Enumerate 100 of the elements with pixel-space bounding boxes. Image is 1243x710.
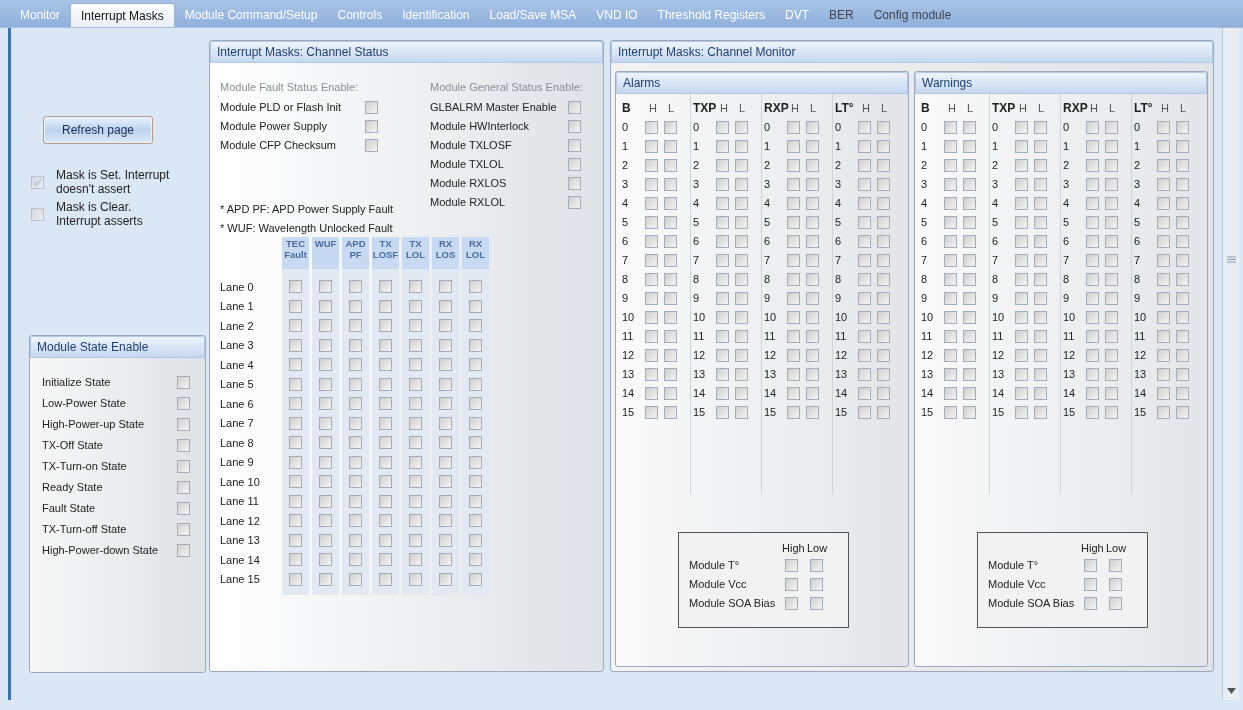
checkbox[interactable] (439, 436, 452, 450)
checkbox[interactable] (785, 578, 798, 591)
checkbox[interactable] (439, 572, 452, 586)
checkbox[interactable] (409, 299, 422, 313)
checkbox[interactable] (664, 140, 677, 153)
checkbox[interactable] (716, 368, 729, 381)
checkbox[interactable] (735, 311, 748, 324)
checkbox[interactable] (806, 159, 819, 172)
checkbox[interactable] (409, 553, 422, 567)
checkbox[interactable] (1015, 254, 1028, 267)
checkbox[interactable] (1086, 140, 1099, 153)
checkbox[interactable] (877, 178, 890, 191)
checkbox[interactable] (944, 273, 957, 286)
checkbox[interactable] (1015, 235, 1028, 248)
checkbox[interactable] (645, 121, 658, 134)
checkbox[interactable] (858, 140, 871, 153)
checkbox[interactable] (664, 311, 677, 324)
checkbox[interactable] (963, 273, 976, 286)
checkbox[interactable] (735, 406, 748, 419)
checkbox[interactable] (716, 311, 729, 324)
checkbox[interactable] (785, 597, 798, 610)
checkbox[interactable] (877, 140, 890, 153)
checkbox[interactable] (1034, 368, 1047, 381)
checkbox[interactable] (289, 319, 302, 333)
checkbox[interactable] (1034, 273, 1047, 286)
checkbox[interactable] (787, 273, 800, 286)
checkbox[interactable] (1015, 406, 1028, 419)
checkbox[interactable] (439, 280, 452, 294)
checkbox[interactable] (568, 120, 581, 133)
checkbox[interactable] (568, 139, 581, 152)
checkbox[interactable] (716, 330, 729, 343)
checkbox[interactable] (716, 140, 729, 153)
checkbox[interactable] (787, 159, 800, 172)
checkbox[interactable] (787, 254, 800, 267)
checkbox[interactable] (645, 159, 658, 172)
checkbox[interactable] (645, 235, 658, 248)
checkbox[interactable] (1086, 330, 1099, 343)
checkbox[interactable] (806, 273, 819, 286)
checkbox[interactable] (963, 368, 976, 381)
checkbox[interactable] (1105, 254, 1118, 267)
checkbox[interactable] (664, 254, 677, 267)
checkbox[interactable] (379, 436, 392, 450)
checkbox[interactable] (469, 338, 482, 352)
checkbox[interactable] (349, 494, 362, 508)
checkbox[interactable] (349, 280, 362, 294)
checkbox[interactable] (379, 358, 392, 372)
checkbox[interactable] (963, 387, 976, 400)
checkbox[interactable] (1176, 235, 1189, 248)
checkbox[interactable] (716, 197, 729, 210)
checkbox[interactable] (1105, 387, 1118, 400)
checkbox[interactable] (858, 368, 871, 381)
checkbox[interactable] (1086, 121, 1099, 134)
checkbox[interactable] (289, 455, 302, 469)
checkbox[interactable] (664, 368, 677, 381)
checkbox[interactable] (349, 416, 362, 430)
checkbox[interactable] (1157, 311, 1170, 324)
checkbox[interactable] (1034, 387, 1047, 400)
checkbox[interactable] (469, 475, 482, 489)
checkbox[interactable] (645, 216, 658, 229)
checkbox[interactable] (664, 406, 677, 419)
checkbox[interactable] (379, 397, 392, 411)
checkbox[interactable] (1086, 368, 1099, 381)
checkbox[interactable] (877, 387, 890, 400)
checkbox[interactable] (1105, 273, 1118, 286)
checkbox[interactable] (944, 406, 957, 419)
tab[interactable]: Config module (863, 3, 962, 27)
checkbox[interactable] (1176, 254, 1189, 267)
checkbox[interactable] (858, 216, 871, 229)
checkbox[interactable] (1105, 197, 1118, 210)
checkbox[interactable] (944, 311, 957, 324)
checkbox[interactable] (806, 121, 819, 134)
checkbox[interactable] (858, 311, 871, 324)
checkbox[interactable] (963, 121, 976, 134)
checkbox[interactable] (1034, 349, 1047, 362)
checkbox[interactable] (349, 299, 362, 313)
checkbox[interactable] (858, 387, 871, 400)
checkbox[interactable] (1176, 140, 1189, 153)
checkbox[interactable] (1034, 235, 1047, 248)
checkbox[interactable] (787, 330, 800, 343)
checkbox[interactable] (1015, 178, 1028, 191)
checkbox[interactable] (1034, 197, 1047, 210)
checkbox[interactable] (645, 140, 658, 153)
checkbox[interactable] (785, 559, 798, 572)
checkbox[interactable] (963, 349, 976, 362)
checkbox[interactable] (379, 553, 392, 567)
checkbox[interactable] (735, 368, 748, 381)
checkbox[interactable] (1086, 406, 1099, 419)
checkbox[interactable] (787, 406, 800, 419)
checkbox[interactable] (1176, 178, 1189, 191)
checkbox[interactable] (1034, 178, 1047, 191)
checkbox[interactable] (963, 178, 976, 191)
checkbox[interactable] (469, 455, 482, 469)
checkbox[interactable] (806, 178, 819, 191)
checkbox[interactable] (944, 254, 957, 267)
checkbox[interactable] (1157, 387, 1170, 400)
checkbox[interactable] (409, 377, 422, 391)
checkbox[interactable] (289, 475, 302, 489)
checkbox[interactable] (1176, 121, 1189, 134)
checkbox[interactable] (735, 235, 748, 248)
checkbox[interactable] (409, 475, 422, 489)
